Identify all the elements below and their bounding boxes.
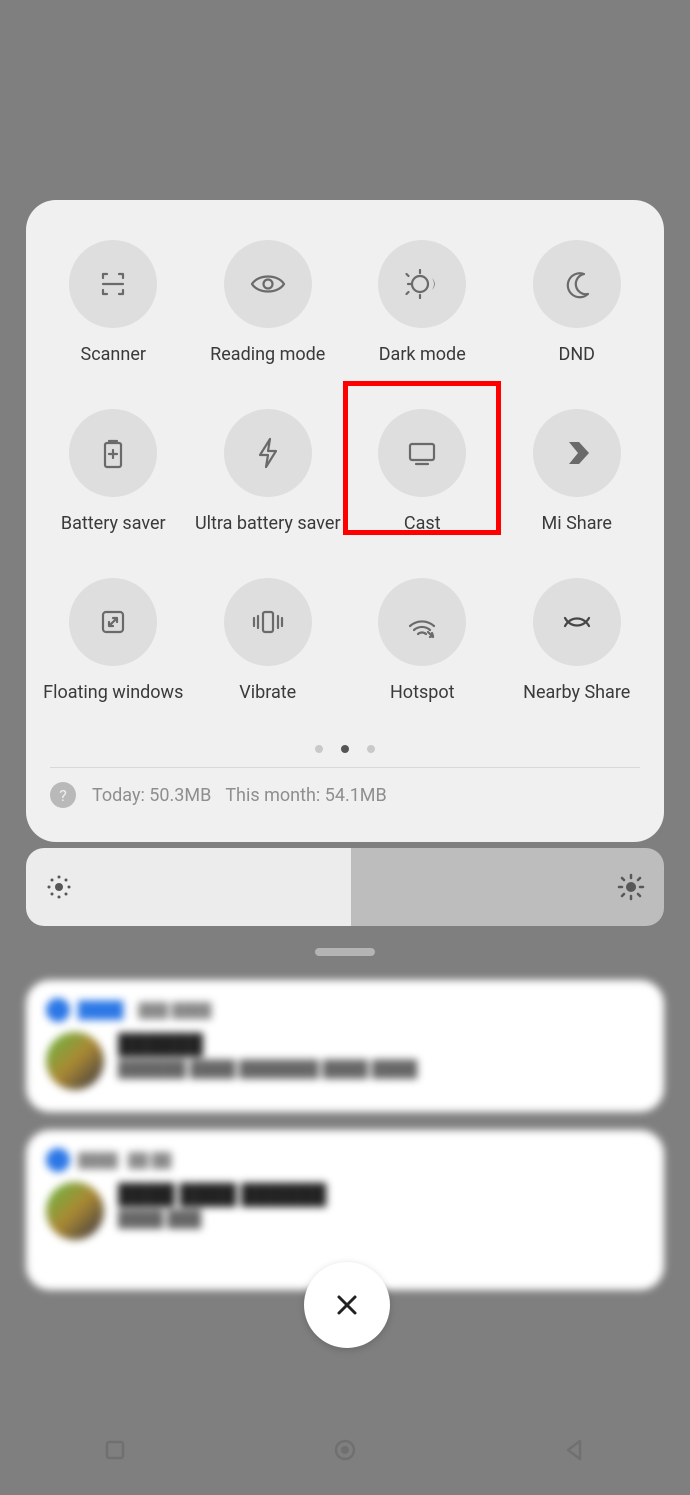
data-usage-month: This month: 54.1MB — [225, 785, 386, 806]
tile-scanner[interactable]: Scanner — [36, 240, 191, 365]
tile-dnd[interactable]: DND — [500, 240, 655, 365]
notification-avatar — [46, 1032, 104, 1090]
eye-icon — [224, 240, 312, 328]
brightness-slider[interactable] — [26, 848, 664, 926]
tile-ultra-battery-saver[interactable]: Ultra battery saver — [191, 409, 346, 534]
data-usage-today: Today: 50.3MB — [92, 785, 211, 806]
battery-plus-icon — [69, 409, 157, 497]
tile-label: Battery saver — [61, 513, 166, 534]
notification-avatar — [46, 1182, 104, 1240]
help-icon: ? — [50, 782, 76, 808]
notification-title: ████ ████ ██████ — [118, 1182, 326, 1207]
tile-vibrate[interactable]: Vibrate — [191, 578, 346, 703]
tile-hotspot[interactable]: Hotspot — [345, 578, 500, 703]
recents-icon[interactable] — [100, 1435, 130, 1465]
app-icon — [46, 998, 70, 1022]
notification-card[interactable]: ████ · ███ ████ ██████ ██████ ████ █████… — [26, 980, 664, 1112]
tile-reading-mode[interactable]: Reading mode — [191, 240, 346, 365]
clear-notifications-button[interactable] — [304, 1262, 390, 1348]
hotspot-icon — [378, 578, 466, 666]
close-icon — [332, 1290, 362, 1320]
panel-drag-handle[interactable] — [315, 948, 375, 956]
bolt-icon — [224, 409, 312, 497]
vibrate-icon — [224, 578, 312, 666]
page-dot — [367, 745, 375, 753]
page-dot — [315, 745, 323, 753]
data-usage-row[interactable]: ? Today: 50.3MB This month: 54.1MB — [26, 768, 664, 822]
mishare-icon — [533, 409, 621, 497]
tile-battery-saver[interactable]: Battery saver — [36, 409, 191, 534]
notification-text: ██████ ████ ███████ ████ ████ — [118, 1059, 417, 1079]
nearby-icon — [533, 578, 621, 666]
notification-meta: ████ · ██ ██ — [78, 1152, 171, 1169]
tile-label: Vibrate — [239, 682, 296, 703]
brightness-high-icon — [616, 872, 646, 902]
notification-meta: · ███ ████ — [131, 1002, 211, 1019]
notification-app-name: ████ — [78, 1000, 123, 1020]
tile-dark-mode[interactable]: Dark mode — [345, 240, 500, 365]
back-icon[interactable] — [560, 1435, 590, 1465]
android-navbar — [0, 1425, 690, 1475]
tile-label: Floating windows — [43, 682, 183, 703]
moon-icon — [533, 240, 621, 328]
notification-text: ████ ███ — [118, 1209, 326, 1229]
highlight-annotation — [343, 381, 501, 535]
quick-settings-grid: Scanner Reading mode Dark mode — [26, 240, 664, 703]
notification-title: ██████ — [118, 1032, 417, 1057]
tile-mi-share[interactable]: Mi Share — [500, 409, 655, 534]
tile-floating-windows[interactable]: Floating windows — [36, 578, 191, 703]
tile-label: Reading mode — [210, 344, 325, 365]
tile-cast[interactable]: Cast — [345, 409, 500, 534]
tile-label: Hotspot — [390, 682, 455, 703]
home-icon[interactable] — [330, 1435, 360, 1465]
tile-label: Ultra battery saver — [195, 513, 341, 534]
tile-label: DND — [559, 344, 595, 365]
brightness-low-icon — [44, 872, 74, 902]
tile-label: Scanner — [81, 344, 146, 365]
page-dot-active — [341, 745, 349, 753]
brightness-fill — [26, 848, 351, 926]
tile-nearby-share[interactable]: Nearby Share — [500, 578, 655, 703]
tile-label: Dark mode — [379, 344, 466, 365]
dark-mode-icon — [378, 240, 466, 328]
tile-label: Nearby Share — [523, 682, 630, 703]
tile-label: Mi Share — [542, 513, 612, 534]
app-icon — [46, 1148, 70, 1172]
floating-icon — [69, 578, 157, 666]
quick-settings-panel: Scanner Reading mode Dark mode — [26, 200, 664, 842]
scanner-icon — [69, 240, 157, 328]
page-indicator[interactable] — [26, 745, 664, 753]
